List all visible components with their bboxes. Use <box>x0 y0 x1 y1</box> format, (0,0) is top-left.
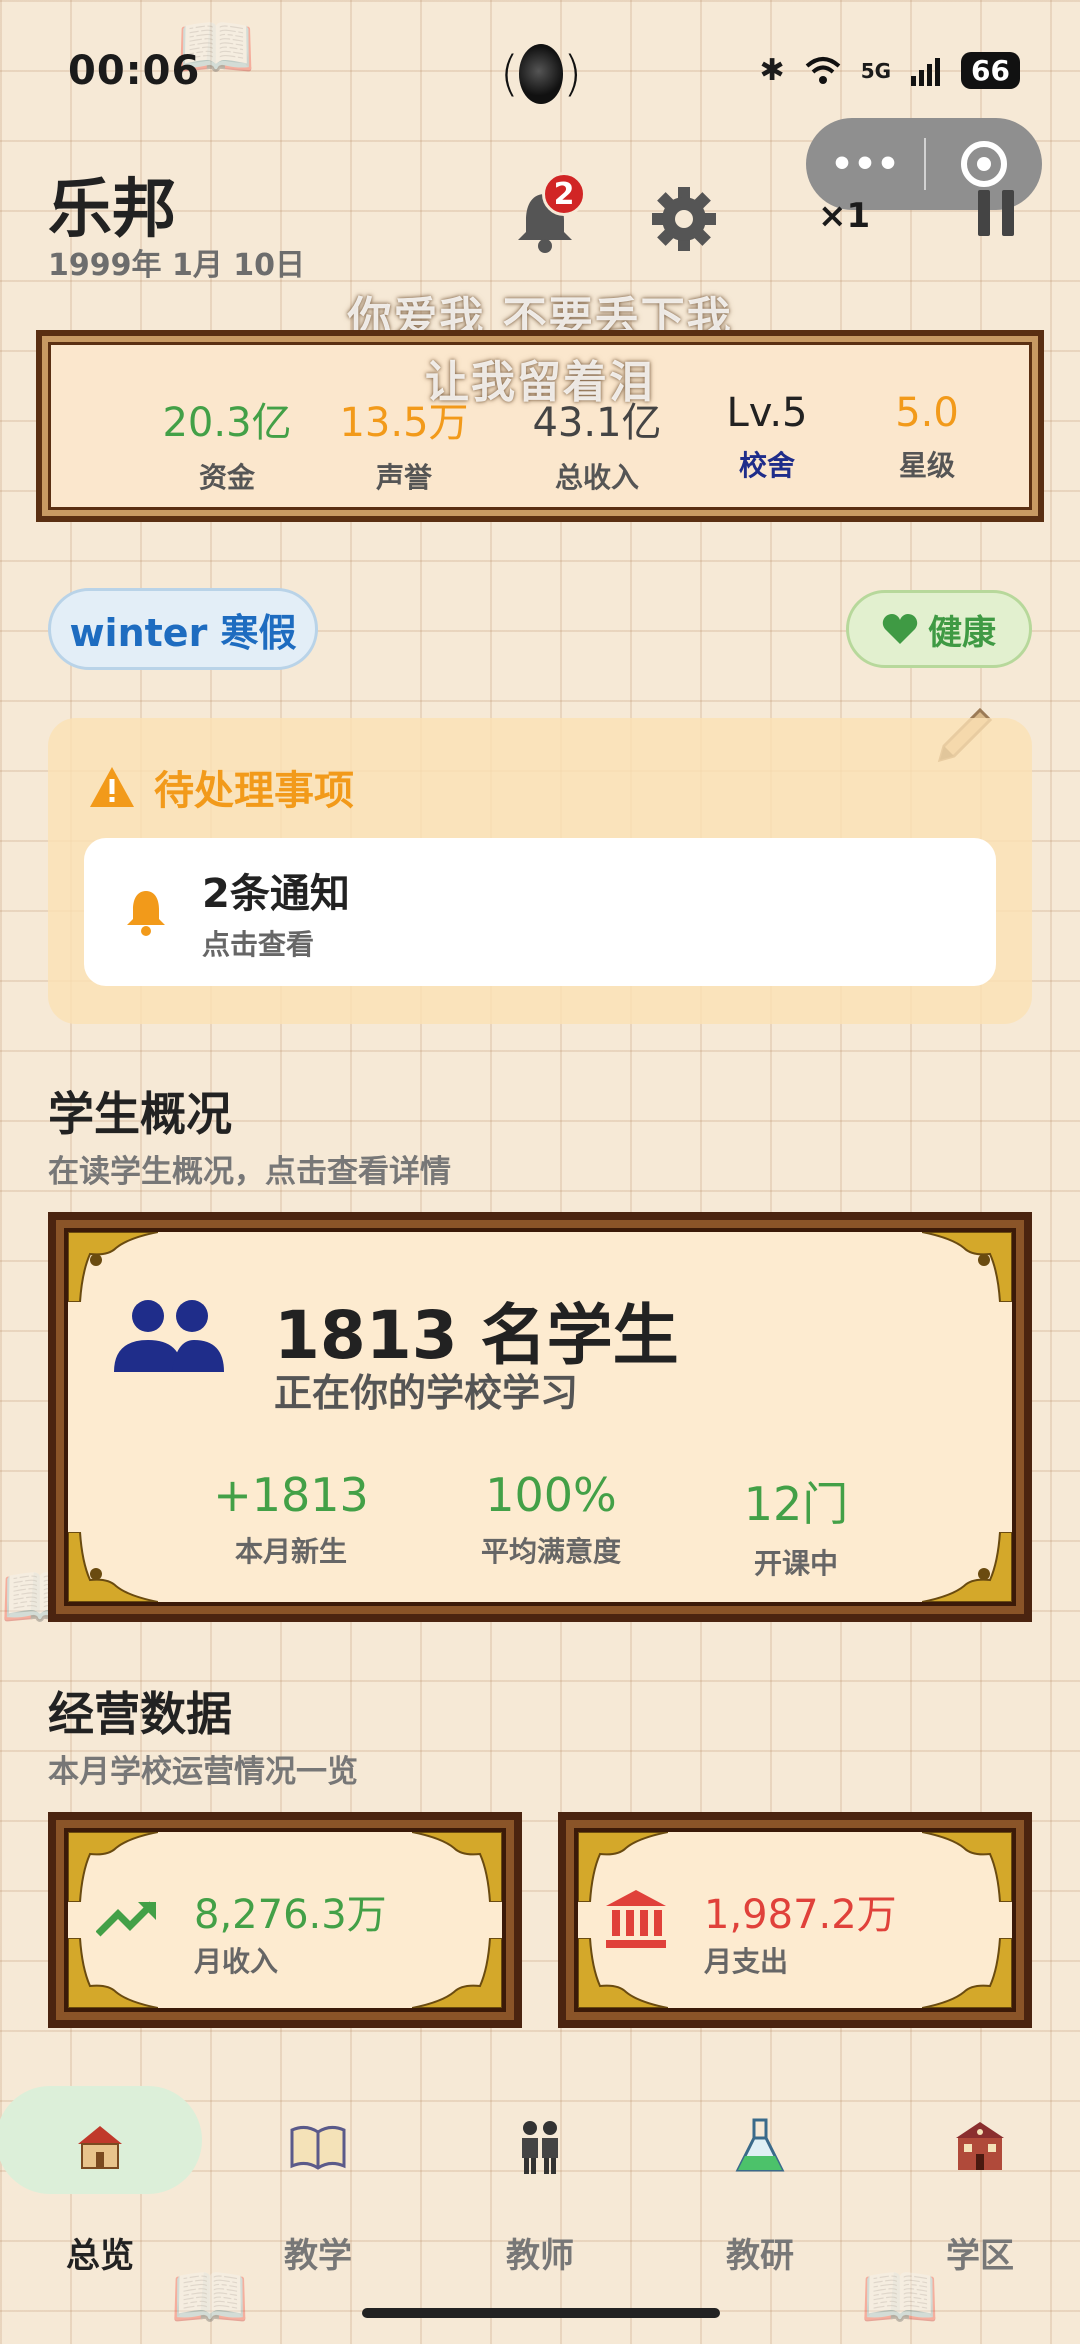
tab-teaching[interactable]: 教学 <box>218 2060 418 2280</box>
lyric-line-2: 让我留着泪 <box>425 357 655 408</box>
metric-courses-value: 12门 <box>743 1477 849 1531</box>
tab-research[interactable]: 教研 <box>660 2060 860 2280</box>
monthly-expense-value: 1,987.2万 <box>704 1892 897 1938</box>
settings-button[interactable] <box>650 185 718 253</box>
stat-campus-level-label: 校舍 <box>738 449 795 482</box>
stat-reputation-label: 声誉 <box>375 461 432 494</box>
campus-building-icon <box>956 2122 1004 2170</box>
warning-icon <box>90 767 134 807</box>
tab-overview-label: 总览 <box>66 2236 134 2276</box>
ornament-corner <box>922 1532 1012 1602</box>
tab-teaching-label: 教学 <box>284 2236 352 2276</box>
book-icon <box>290 2125 346 2170</box>
metric-satisfaction-value: 100% <box>485 1468 617 1522</box>
student-count-caption: 正在你的学校学习 <box>274 1371 579 1415</box>
heart-icon <box>882 614 918 644</box>
monthly-income-value: 8,276.3万 <box>194 1892 387 1938</box>
season-badge[interactable]: winter 寒假 <box>48 588 318 670</box>
metric-new-students-label: 本月新生 <box>234 1535 347 1568</box>
ornament-corner <box>412 1938 502 2008</box>
stat-star-rating-label: 星级 <box>898 449 955 482</box>
system-icons: ✱ 5G 66 <box>760 52 1020 89</box>
home-indicator <box>362 2308 720 2318</box>
gear-icon <box>652 187 716 251</box>
wifi-icon <box>805 56 841 84</box>
ornament-corner <box>412 1832 502 1902</box>
bank-icon <box>606 1890 666 1948</box>
tab-teachers-label: 教师 <box>506 2236 574 2276</box>
health-status-button[interactable]: 健康 <box>846 590 1032 668</box>
monthly-expense-label: 月支出 <box>704 1945 789 1978</box>
cell-signal-icon <box>911 57 941 86</box>
students-section-subtitle: 在读学生概况，点击查看详情 <box>48 1154 451 1190</box>
ornament-corner <box>68 1938 158 2008</box>
teachers-icon <box>522 2121 558 2174</box>
students-section-title: 学生概况 <box>48 1087 232 1141</box>
monthly-expense-card[interactable]: 1,987.2万 月支出 <box>558 1812 1032 2028</box>
students-group-icon <box>114 1300 224 1372</box>
notification-hint-text: 点击查看 <box>202 928 315 961</box>
battery-indicator: 66 <box>961 52 1020 89</box>
tab-district[interactable]: 学区 <box>880 2060 1080 2280</box>
notification-count-text: 2条通知 <box>202 871 350 917</box>
ornament-corner <box>68 1532 158 1602</box>
pause-button[interactable] <box>978 190 1014 236</box>
game-date: 1999年 1月 10日 <box>48 248 306 283</box>
notifications-card[interactable]: 2条通知 点击查看 <box>84 838 996 986</box>
metric-courses-label: 开课中 <box>753 1547 838 1580</box>
tab-research-label: 教研 <box>726 2236 794 2276</box>
students-overview-card[interactable]: 1813 名学生 正在你的学校学习 +1813 本月新生 100% 平均满意度 … <box>48 1212 1032 1622</box>
ornament-corner <box>68 1832 158 1902</box>
tab-overview[interactable]: 总览 <box>0 2060 200 2280</box>
stat-funds-label: 资金 <box>198 461 255 494</box>
metric-new-students: +1813 本月新生 <box>171 1468 411 1570</box>
ornament-corner <box>68 1232 158 1302</box>
metric-satisfaction: 100% 平均满意度 <box>431 1468 671 1570</box>
trending-up-icon <box>96 1901 156 1937</box>
status-time: 00:06 <box>68 48 201 94</box>
metric-courses: 12门 开课中 <box>676 1468 916 1582</box>
bell-icon <box>127 891 165 936</box>
target-icon <box>961 141 1007 187</box>
tab-teachers[interactable]: 教师 <box>440 2060 640 2280</box>
flask-icon <box>735 2118 785 2172</box>
tab-district-label: 学区 <box>946 2236 1014 2276</box>
school-house-icon <box>78 2126 122 2169</box>
ornament-corner <box>922 1832 1012 1902</box>
ornament-corner <box>922 1232 1012 1302</box>
notification-badge: 2 <box>542 172 586 216</box>
pending-tasks-header: 待处理事项 <box>88 758 354 816</box>
camera-icon <box>518 44 564 104</box>
school-name: 乐邦 <box>48 173 176 247</box>
camera-cutout: () <box>500 44 582 104</box>
signal-icon: 5G <box>860 58 892 83</box>
status-bar: 00:06 () ✱ 5G 66 <box>0 0 1080 130</box>
pending-tasks-title: 待处理事项 <box>154 768 354 814</box>
monthly-income-card[interactable]: 8,276.3万 月收入 <box>48 1812 522 2028</box>
health-status-label: 健康 <box>928 612 996 653</box>
operations-section-title: 经营数据 <box>48 1687 232 1741</box>
operations-section-subtitle: 本月学校运营情况一览 <box>48 1754 358 1790</box>
bottom-tab-bar: 总览 教学 教师 教研 学区 <box>0 2060 1080 2280</box>
metric-new-students-value: +1813 <box>213 1468 369 1522</box>
metric-satisfaction-label: 平均满意度 <box>480 1535 621 1568</box>
monthly-income-label: 月收入 <box>194 1945 279 1978</box>
game-speed-button[interactable]: ×1 <box>818 196 870 236</box>
ornament-corner <box>922 1938 1012 2008</box>
bluetooth-icon: ✱ <box>759 53 785 88</box>
stat-total-income-label: 总收入 <box>554 461 639 494</box>
